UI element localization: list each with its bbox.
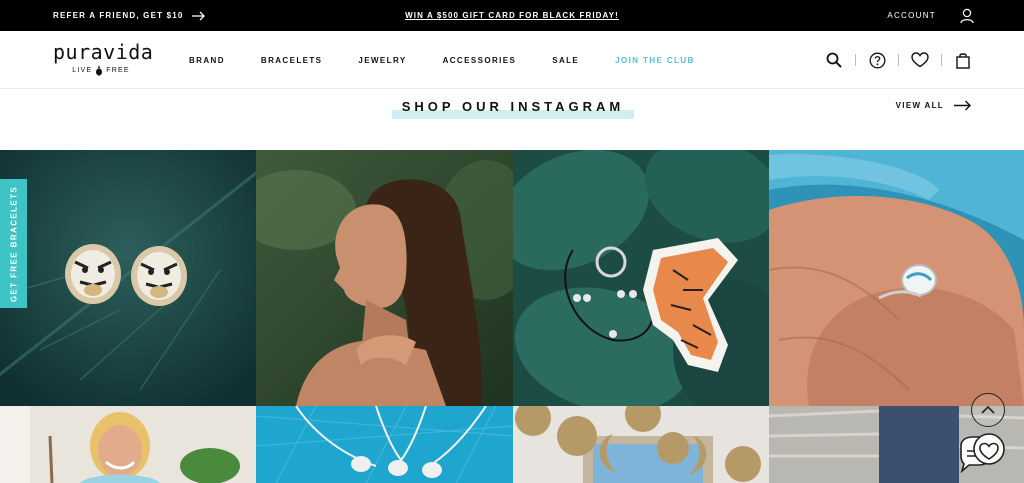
instagram-grid: [0, 150, 1024, 483]
nav-sale[interactable]: SALE: [552, 56, 579, 65]
logo-tag-left: LIVE: [72, 67, 93, 74]
nav-bracelets[interactable]: BRACELETS: [261, 56, 323, 65]
help-icon[interactable]: [868, 51, 886, 69]
instagram-post-tiger-earrings[interactable]: [0, 150, 256, 406]
divider: [898, 54, 899, 66]
hand-ring-image: [769, 150, 1024, 406]
tiger-sticker-image: [513, 150, 769, 406]
search-icon[interactable]: [825, 51, 843, 69]
chat-button[interactable]: [957, 432, 1007, 476]
tiger-earrings-image: [0, 150, 256, 406]
smiling-woman-image: [0, 406, 256, 483]
chat-heart-icon: [960, 433, 1005, 474]
logo-tagline: LIVE FREE: [53, 65, 149, 76]
chevron-up-icon: [981, 405, 995, 414]
view-all-link[interactable]: VIEW ALL: [896, 100, 972, 111]
logo-tag-right: FREE: [106, 67, 130, 74]
logo-wordmark: puravida: [53, 40, 154, 64]
logo[interactable]: puravida LIVE FREE: [53, 41, 153, 79]
pineapple-icon: [96, 65, 103, 76]
instagram-post-smiling-woman[interactable]: [0, 406, 256, 483]
instagram-post-woman-profile[interactable]: [256, 150, 513, 406]
get-free-bracelets-tab[interactable]: GET FREE BRACELETS: [0, 179, 27, 308]
instagram-post-hand-ring[interactable]: [769, 150, 1024, 406]
black-friday-link[interactable]: WIN A $500 GIFT CARD FOR BLACK FRIDAY!: [405, 11, 619, 20]
promo-bar: REFER A FRIEND, GET $10 WIN A $500 GIFT …: [0, 0, 1024, 31]
heart-icon[interactable]: [911, 51, 929, 69]
white-bracelets-image: [256, 406, 513, 483]
instagram-post-tiger-sticker[interactable]: [513, 150, 769, 406]
promo-center: WIN A $500 GIFT CARD FOR BLACK FRIDAY!: [0, 0, 1024, 31]
moon-necklace-image: [513, 406, 769, 483]
instagram-section-header: SHOP OUR INSTAGRAM VIEW ALL: [0, 90, 1024, 150]
divider: [855, 54, 856, 66]
scroll-to-top-button[interactable]: [971, 393, 1005, 427]
instagram-post-white-bracelets[interactable]: [256, 406, 513, 483]
instagram-title: SHOP OUR INSTAGRAM: [401, 99, 625, 114]
divider: [941, 54, 942, 66]
account-label: ACCOUNT: [887, 11, 936, 20]
instagram-title-wrap: SHOP OUR INSTAGRAM: [392, 99, 634, 119]
site-header: puravida LIVE FREE BRAND BRACELETS JEWEL…: [0, 31, 1024, 89]
nav-accessories[interactable]: ACCESSORIES: [443, 56, 517, 65]
view-all-label: VIEW ALL: [895, 101, 944, 110]
main-nav: BRAND BRACELETS JEWELRY ACCESSORIES SALE…: [189, 31, 731, 89]
instagram-post-moon-necklace[interactable]: [513, 406, 769, 483]
side-tab-label: GET FREE BRACELETS: [9, 185, 18, 302]
woman-profile-image: [256, 150, 513, 406]
bag-icon[interactable]: [954, 51, 972, 69]
header-icons: [825, 31, 972, 89]
user-icon: [960, 8, 974, 23]
nav-brand[interactable]: BRAND: [189, 56, 225, 65]
nav-join-the-club[interactable]: JOIN THE CLUB: [615, 56, 695, 65]
nav-jewelry[interactable]: JEWELRY: [358, 56, 406, 65]
account-link[interactable]: ACCOUNT: [887, 0, 974, 31]
arrow-right-icon: [954, 100, 971, 111]
